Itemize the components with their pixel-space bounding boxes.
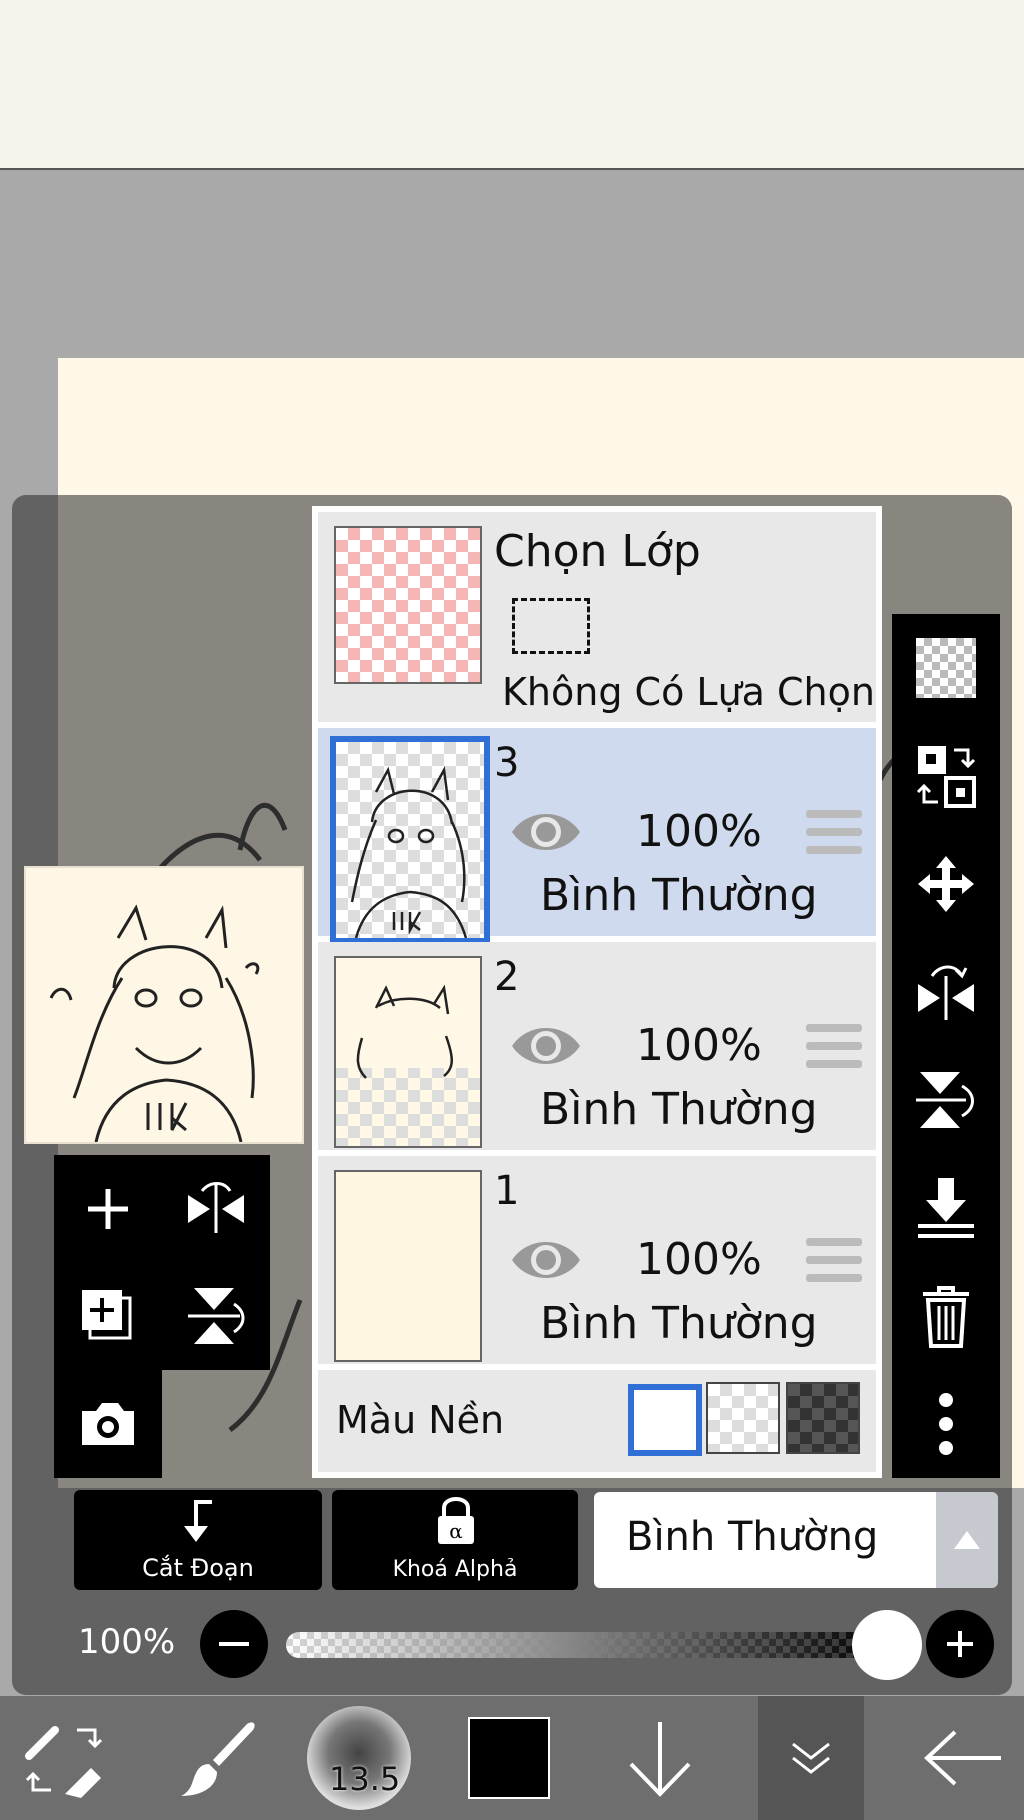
layer-thumbnail-1 [334,1170,482,1362]
brush-tool-button[interactable] [160,1696,270,1820]
bottom-toolbar: 13.5 [0,1696,1024,1820]
clipping-label: Cắt Đoạn [142,1554,254,1582]
background-transparent-swatch[interactable] [706,1382,780,1454]
double-chevron-down-icon [792,1742,830,1774]
brush-size-preview: 13.5 [307,1706,411,1810]
flip-vertical-button[interactable] [162,1262,270,1370]
layer-name-1: 1 [494,1168,520,1214]
opacity-value-label: 100% [78,1622,176,1662]
swap-layer-button[interactable] [892,722,1000,830]
color-picker-button[interactable] [464,1696,554,1820]
current-color-swatch [468,1717,550,1799]
clipping-button[interactable]: Cắt Đoạn [74,1490,322,1590]
brush-eraser-swap-icon [25,1726,103,1798]
layer-2-drawing [356,984,453,1079]
layer-row-1[interactable]: 1 100% Bình Thường [318,1156,876,1364]
minus-icon [219,1642,249,1646]
alpha-lock-label: Khoá Alphả [392,1557,518,1582]
merge-down-icon [918,1178,974,1238]
layer-name-2: 2 [494,954,520,1000]
swap-layer-icon [916,746,976,808]
drag-handle-icon[interactable] [806,1024,862,1078]
opacity-slider-knob[interactable] [852,1610,922,1680]
layer-panel-toggle-button[interactable] [758,1696,864,1820]
layer-thumbnail-3 [330,736,490,944]
background-label: Màu Nền [336,1398,505,1442]
transparency-button[interactable] [892,614,1000,722]
blend-mode-value: Bình Thường [626,1514,879,1560]
layer-opacity-3: 100% [636,806,762,857]
flip-vertical-icon [916,1072,974,1128]
selection-marquee-icon [512,598,590,654]
right-tools [892,614,1000,1478]
arrow-left-icon [924,1730,1001,1786]
brush-icon [181,1722,255,1796]
opacity-increase-button[interactable] [926,1610,994,1678]
camera-icon [82,1403,134,1445]
arrow-down-icon [629,1722,691,1797]
flip-horizontal-icon [188,1182,244,1233]
flip-horizontal-icon [918,965,974,1020]
layer-thumbnail-2 [334,956,482,1148]
lock-icon: α [438,1497,474,1544]
left-tools-bottom [54,1370,162,1478]
blend-mode-dropdown-button[interactable] [936,1492,998,1588]
layer-blend-2: Bình Thường [540,1084,818,1135]
scroll-down-button[interactable] [610,1696,710,1820]
preview-drawing [49,904,260,1143]
add-copy-icon [82,1290,132,1340]
brush-size-value: 13.5 [329,1760,401,1798]
back-button[interactable] [908,1696,1018,1820]
layer-blend-1: Bình Thường [540,1298,818,1349]
trash-icon [923,1286,969,1348]
drag-handle-icon[interactable] [806,810,862,864]
add-layer-button[interactable] [54,1155,162,1263]
plus-icon [88,1189,128,1229]
more-options-button[interactable] [892,1370,1000,1478]
delete-layer-button[interactable] [892,1262,1000,1370]
opacity-slider-track[interactable] [286,1632,886,1658]
selection-layer-title: Chọn Lớp [494,526,701,577]
canvas-preview[interactable] [24,866,304,1144]
visibility-eye-icon[interactable] [508,806,584,858]
flip-layer-vertical-button[interactable] [892,1046,1000,1154]
brush-size-button[interactable]: 13.5 [304,1696,414,1820]
more-vertical-icon [939,1393,953,1455]
selection-thumbnail [334,526,482,684]
flip-horizontal-button[interactable] [162,1155,270,1263]
blend-mode-select[interactable]: Bình Thường [594,1492,936,1588]
background-dark-swatch[interactable] [786,1382,860,1454]
left-tools [54,1155,270,1370]
camera-button[interactable] [54,1370,162,1478]
layer-opacity-1: 100% [636,1234,762,1285]
tool-switch-button[interactable] [0,1696,126,1820]
merge-down-button[interactable] [892,1154,1000,1262]
checkerboard-icon [916,638,976,698]
layer-row-2[interactable]: 2 100% Bình Thường [318,942,876,1150]
visibility-eye-icon[interactable] [508,1020,584,1072]
opacity-decrease-button[interactable] [200,1610,268,1678]
triangle-up-icon [954,1531,980,1549]
selection-status: Không Có Lựa Chọn [502,670,875,714]
layer-name-3: 3 [494,740,520,786]
layers-panel: Chọn Lớp Không Có Lựa Chọn 3 100% Bình T… [312,506,882,1478]
add-layer-copy-button[interactable] [54,1262,162,1370]
layer-3-drawing [350,766,468,938]
layer-blend-3: Bình Thường [540,870,818,921]
layer-row-3[interactable]: 3 100% Bình Thường [318,728,876,944]
alpha-lock-button[interactable]: α Khoá Alphả [332,1490,578,1590]
background-white-swatch[interactable] [628,1384,702,1456]
move-layer-button[interactable] [892,830,1000,938]
move-icon [918,856,974,912]
svg-text:α: α [449,1519,463,1543]
selection-layer-row[interactable]: Chọn Lớp Không Có Lựa Chọn [318,512,876,722]
layer-opacity-2: 100% [636,1020,762,1071]
flip-vertical-icon [188,1288,245,1344]
drag-handle-icon[interactable] [806,1238,862,1292]
visibility-eye-icon[interactable] [508,1234,584,1286]
flip-layer-horizontal-button[interactable] [892,938,1000,1046]
clipping-arrow-icon [184,1500,212,1542]
plus-icon [947,1631,973,1657]
